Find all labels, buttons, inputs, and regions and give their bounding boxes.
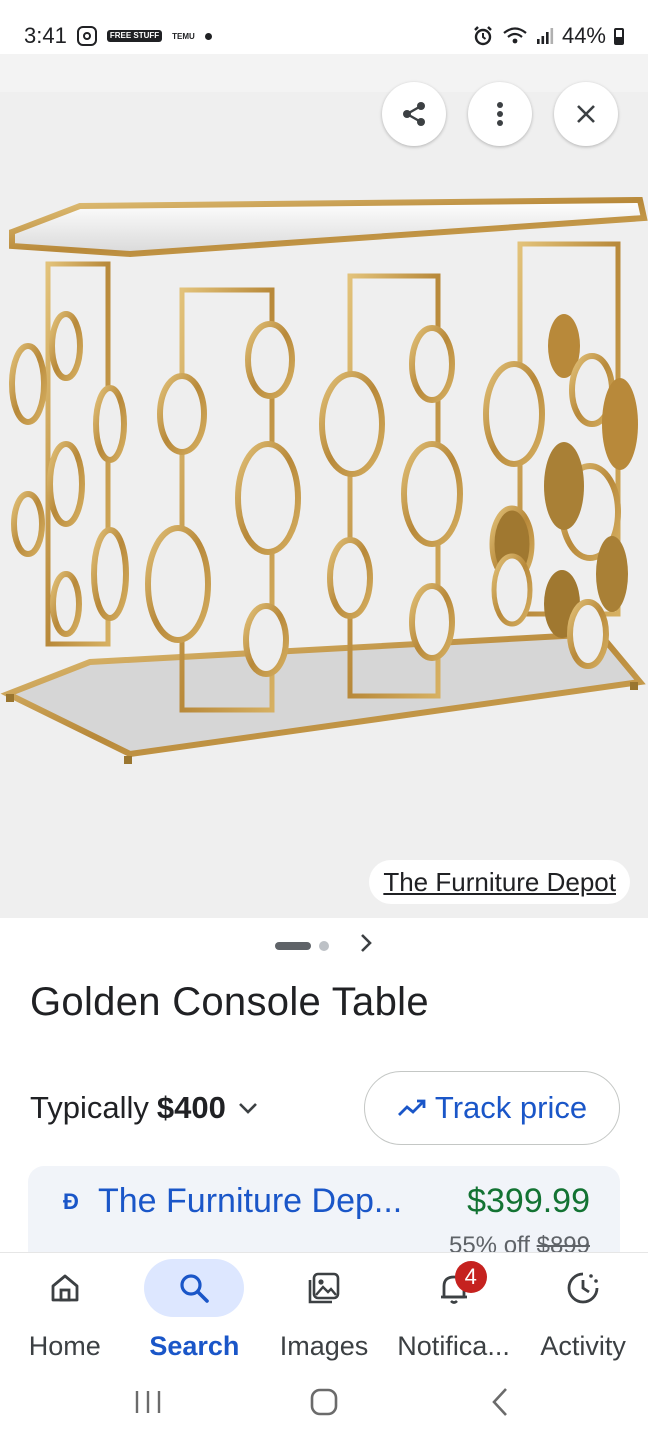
nav-activity[interactable]: Activity [518, 1253, 648, 1364]
product-title: Golden Console Table [30, 980, 429, 1024]
store-logo: Ð [63, 1188, 79, 1214]
system-navigation-bar [0, 1364, 648, 1440]
notification-badge: 4 [454, 1261, 487, 1293]
trending-up-icon [397, 1099, 426, 1116]
bottom-navigation: Home Search Images 4 Notifica... Activit… [0, 1252, 648, 1364]
chevron-right-icon [361, 934, 372, 952]
status-right: 44% [472, 23, 624, 49]
nav-search-label: Search [149, 1331, 240, 1361]
wifi-icon [503, 27, 527, 44]
free-stuff-icon: FREE STUFF [106, 30, 163, 42]
notification-dot-icon [204, 32, 212, 40]
nav-search-icon-wrap [144, 1259, 245, 1317]
chevron-down-icon [238, 1103, 257, 1114]
images-icon [308, 1272, 340, 1304]
nav-home[interactable]: Home [0, 1253, 130, 1364]
image-top-band [0, 54, 648, 92]
offer-card[interactable]: Ð The Furniture Dep... $399.99 55% off $… [28, 1166, 620, 1262]
status-time: 3:41 [24, 23, 67, 48]
nav-home-icon-wrap [15, 1259, 115, 1317]
close-icon [577, 105, 595, 123]
track-price-label: Track price [434, 1090, 588, 1125]
close-button[interactable] [554, 82, 618, 146]
more-vert-icon [497, 102, 503, 126]
recent-apps-button[interactable] [118, 1382, 178, 1422]
nav-activity-icon-wrap [533, 1259, 633, 1317]
signal-icon [536, 28, 554, 44]
nav-home-label: Home [28, 1331, 101, 1361]
image-carousel-indicator [0, 930, 648, 962]
activity-icon [567, 1272, 599, 1304]
nav-images[interactable]: Images [259, 1253, 389, 1364]
nav-notifications-icon-wrap [404, 1259, 504, 1317]
page-indicator-active [275, 942, 311, 950]
track-price-button[interactable]: Track price [364, 1071, 620, 1145]
status-left: 3:41 FREE STUFF TEMU [24, 23, 212, 49]
nav-images-icon-wrap [274, 1259, 374, 1317]
home-circle-icon [310, 1388, 338, 1416]
typical-price-value: $400 [156, 1090, 226, 1125]
home-icon [51, 1274, 79, 1302]
store-name[interactable]: The Furniture Dep... [98, 1182, 402, 1221]
nav-notifications[interactable]: 4 Notifica... [389, 1253, 519, 1364]
nav-search[interactable]: Search [130, 1253, 260, 1364]
price-row: Typically $400 Track price [30, 1070, 620, 1146]
instagram-icon [76, 26, 97, 46]
next-image-button[interactable] [359, 932, 373, 960]
home-system-button[interactable] [294, 1382, 354, 1422]
alarm-icon [474, 26, 492, 46]
nav-notifications-label: Notifica... [397, 1331, 510, 1361]
recent-apps-icon [135, 1391, 161, 1413]
typical-price-prefix: Typically [30, 1090, 149, 1125]
typical-price-toggle[interactable]: Typically $400 [30, 1090, 258, 1126]
battery-percent: 44% [561, 23, 606, 48]
share-icon [403, 102, 425, 126]
source-link[interactable]: The Furniture Depot [369, 860, 630, 904]
back-button[interactable] [470, 1382, 530, 1422]
offer-row: Ð The Furniture Dep... $399.99 [58, 1182, 590, 1221]
temu-icon: TEMU [172, 31, 195, 41]
more-options-button[interactable] [468, 82, 532, 146]
image-viewer[interactable]: The Furniture Depot [0, 54, 648, 918]
search-icon [180, 1274, 210, 1303]
product-image[interactable] [0, 114, 648, 834]
nav-images-label: Images [279, 1331, 369, 1361]
back-icon [492, 1388, 507, 1416]
offer-price: $399.99 [467, 1182, 590, 1220]
page-indicator-dot [319, 941, 329, 951]
share-button[interactable] [382, 82, 446, 146]
battery-icon [614, 27, 624, 45]
nav-activity-label: Activity [540, 1331, 626, 1361]
